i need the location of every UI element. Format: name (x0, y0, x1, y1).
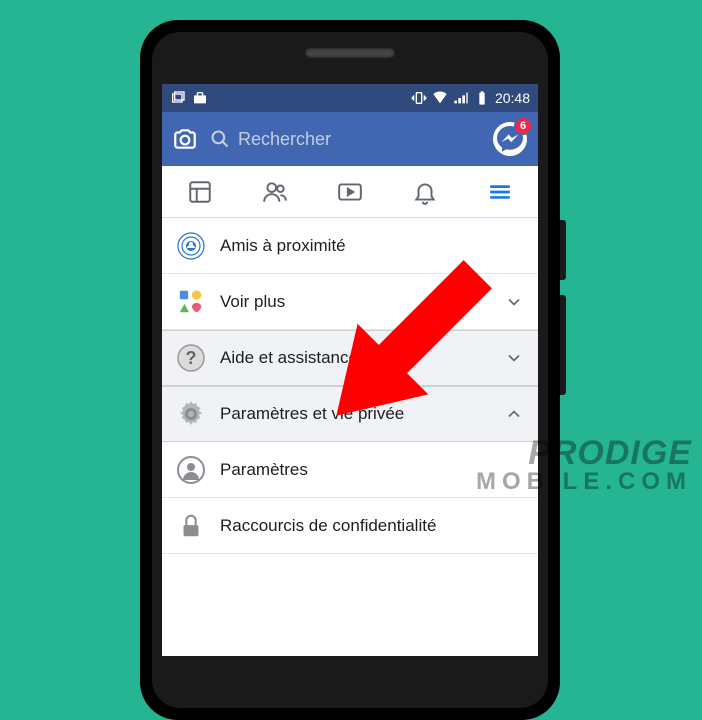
profile-icon (176, 455, 206, 485)
wifi-icon (432, 90, 448, 106)
menu-item-privacy-shortcuts[interactable]: Raccourcis de confidentialité (162, 498, 538, 554)
menu-item-see-more[interactable]: Voir plus (162, 274, 538, 330)
phone-speaker (305, 48, 395, 58)
hamburger-icon (487, 179, 513, 205)
tab-bar (162, 166, 538, 218)
gear-icon (176, 399, 206, 429)
friends-icon (262, 179, 288, 205)
watch-icon (337, 179, 363, 205)
bell-icon (412, 179, 438, 205)
tab-notifications[interactable] (388, 166, 463, 217)
signal-icon (453, 90, 469, 106)
menu-label: Voir plus (220, 292, 490, 312)
vibrate-icon (411, 90, 427, 106)
clock: 20:48 (495, 90, 530, 106)
tab-news-feed[interactable] (162, 166, 237, 217)
help-icon: ? (176, 343, 206, 373)
tab-menu[interactable] (463, 166, 538, 217)
watermark: PRODIGE MOBILE.COM (476, 436, 692, 494)
menu-label: Aide et assistance (220, 348, 490, 368)
chevron-up-icon (504, 404, 524, 424)
facebook-header: Rechercher 6 (162, 112, 538, 166)
briefcase-icon (192, 90, 208, 106)
menu-item-nearby-friends[interactable]: Amis à proximité (162, 218, 538, 274)
search-placeholder: Rechercher (238, 129, 331, 150)
search-icon (210, 129, 230, 149)
search-input[interactable]: Rechercher (210, 129, 480, 150)
phone-frame: 20:48 Rechercher 6 (140, 20, 560, 720)
menu-label: Paramètres et vie privée (220, 404, 490, 424)
messenger-button[interactable]: 6 (492, 121, 528, 157)
news-feed-icon (187, 179, 213, 205)
see-more-icon (176, 287, 206, 317)
menu-list: Amis à proximité Voir plus ? Aide et ass… (162, 218, 538, 554)
battery-icon (474, 90, 490, 106)
screen: 20:48 Rechercher 6 (162, 84, 538, 656)
menu-item-help[interactable]: ? Aide et assistance (162, 330, 538, 386)
menu-label: Amis à proximité (220, 236, 524, 256)
menu-label: Raccourcis de confidentialité (220, 516, 524, 536)
svg-text:?: ? (186, 348, 197, 368)
screenshot-icon (170, 90, 186, 106)
nearby-friends-icon (176, 231, 206, 261)
watermark-line2: MOBILE.COM (476, 470, 692, 494)
lock-icon (176, 511, 206, 541)
phone-side-button (560, 295, 566, 395)
notification-badge: 6 (514, 117, 532, 135)
tab-watch[interactable] (312, 166, 387, 217)
android-status-bar: 20:48 (162, 84, 538, 112)
camera-icon[interactable] (172, 126, 198, 152)
tab-friends[interactable] (237, 166, 312, 217)
chevron-down-icon (504, 348, 524, 368)
phone-side-button (560, 220, 566, 280)
watermark-line1: PRODIGE (476, 436, 692, 470)
menu-item-settings-privacy[interactable]: Paramètres et vie privée (162, 386, 538, 442)
chevron-down-icon (504, 292, 524, 312)
